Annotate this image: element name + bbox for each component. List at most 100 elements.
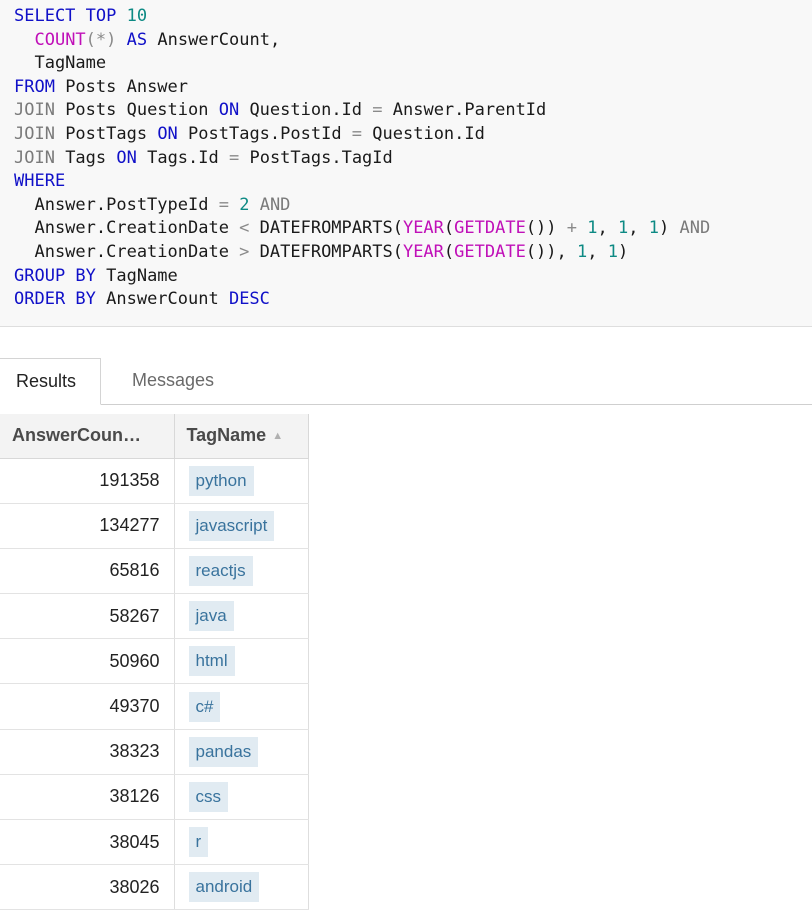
code-token: SELECT TOP [14,6,127,26]
table-row[interactable]: 49370 c# [0,683,309,730]
table-row[interactable]: 191358 python [0,458,309,504]
sql-code[interactable]: SELECT TOP 10 COUNT(*) AS AnswerCount, T… [0,0,812,312]
code-token: DATEFROMPARTS( [249,218,403,239]
code-token: ON [157,123,178,144]
code-token: 1 [577,241,588,262]
code-token: 1 [587,218,598,239]
tag-badge[interactable]: r [188,827,209,858]
code-token: 2 [239,194,250,215]
code-line: Answer.CreationDate > DATEFROMPARTS(YEAR… [14,241,812,265]
code-token: DESC [228,289,270,310]
tag-badge[interactable]: css [188,781,228,812]
code-line: FROM Posts Answer [14,76,812,100]
table-row[interactable]: 50960 html [0,638,309,685]
code-token: YEAR [402,218,444,239]
tag-cell: css [174,774,309,821]
code-token: JOIN [14,147,55,168]
answer-count-cell: 38323 [0,729,175,775]
code-token: GROUP BY [14,265,96,286]
tag-badge[interactable]: html [188,646,235,677]
code-token: PostTags [54,123,158,144]
tag-cell: html [174,638,309,685]
code-token: ()) [525,218,567,239]
code-token: Tags [54,147,117,168]
code-token: Posts Question [54,100,219,121]
tag-cell: reactjs [174,548,309,595]
code-line: ORDER BY AnswerCount DESC [14,288,812,312]
code-token: ON [116,147,137,168]
tag-cell: r [174,819,309,866]
code-token: AS [126,29,148,50]
code-token: Answer.ParentId [382,100,547,121]
code-token: Answer.CreationDate [14,241,240,262]
code-token: ( [443,218,455,239]
tag-cell: javascript [174,503,309,549]
code-token: FROM [14,76,55,97]
sql-editor[interactable]: SELECT TOP 10 COUNT(*) AS AnswerCount, T… [0,0,812,327]
tag-badge[interactable]: java [188,601,234,632]
code-token: COUNT [34,29,86,50]
code-token: AND [679,218,711,239]
table-row[interactable]: 58267 java [0,593,309,640]
tag-cell: pandas [174,729,309,775]
table-row[interactable]: 38026 android [0,864,309,910]
code-token: JOIN [14,100,55,121]
tag-cell: java [174,593,309,640]
tag-cell: python [174,458,309,504]
table-row[interactable]: 134277 javascript [0,503,309,549]
code-token: ) [658,218,680,239]
answer-count-cell: 38045 [0,819,175,866]
table-row[interactable]: 65816 reactjs [0,548,309,595]
code-token: WHERE [14,171,66,192]
tag-badge[interactable]: reactjs [188,555,253,586]
tag-badge[interactable]: android [188,872,260,903]
code-token: ON [218,100,240,121]
code-token: + [566,218,578,239]
code-token: PostTags.PostId [177,123,352,144]
answer-count-cell: 134277 [0,503,175,549]
column-header-label: TagName [186,425,267,446]
column-header-tagname[interactable]: TagName ▲ [174,414,309,459]
grid-header-row: AnswerCoun… TagName ▲ [0,414,309,459]
tag-badge[interactable]: javascript [188,510,275,541]
tab-results[interactable]: Results [0,358,101,405]
code-token: Tags.Id [136,147,229,168]
code-token: AnswerCount [95,289,229,310]
answer-count-cell: 38026 [0,864,175,910]
table-row[interactable]: 38045 r [0,819,309,866]
code-token: = [218,194,229,215]
code-token: ORDER BY [14,289,96,310]
code-token: Answer.PostTypeId [14,194,219,215]
code-token: , [587,241,608,262]
tag-badge[interactable]: pandas [188,736,259,767]
table-row[interactable]: 38323 pandas [0,729,309,775]
code-line: JOIN PostTags ON PostTags.PostId = Quest… [14,123,812,147]
code-line: Answer.PostTypeId = 2 AND [14,194,812,218]
table-row[interactable]: 38126 css [0,774,309,821]
column-header-label: AnswerCoun… [12,425,142,446]
answer-count-cell: 65816 [0,548,175,595]
answer-count-cell: 49370 [0,683,175,730]
code-token: DATEFROMPARTS( [249,241,403,262]
grid-body: 191358 python 134277 javascript 65816 reactjs… [0,458,309,910]
code-line: JOIN Tags ON Tags.Id = PostTags.TagId [14,147,812,171]
code-token: GETDATE [454,241,526,262]
tag-cell: c# [174,683,309,730]
code-token: TagName [95,265,178,286]
code-line: COUNT(*) AS AnswerCount, [14,29,812,53]
code-token: PostTags.TagId [239,147,393,168]
code-line: GROUP BY TagName [14,265,812,289]
code-token: ()), [525,241,577,262]
tag-badge[interactable]: python [188,465,254,496]
column-header-answercount[interactable]: AnswerCoun… [0,414,175,459]
code-line: SELECT TOP 10 [14,5,812,29]
tag-badge[interactable]: c# [188,691,221,722]
code-token: GETDATE [454,218,526,239]
tab-messages[interactable]: Messages [132,358,214,404]
sort-up-icon[interactable]: ▲ [272,430,283,442]
answer-count-cell: 38126 [0,774,175,821]
